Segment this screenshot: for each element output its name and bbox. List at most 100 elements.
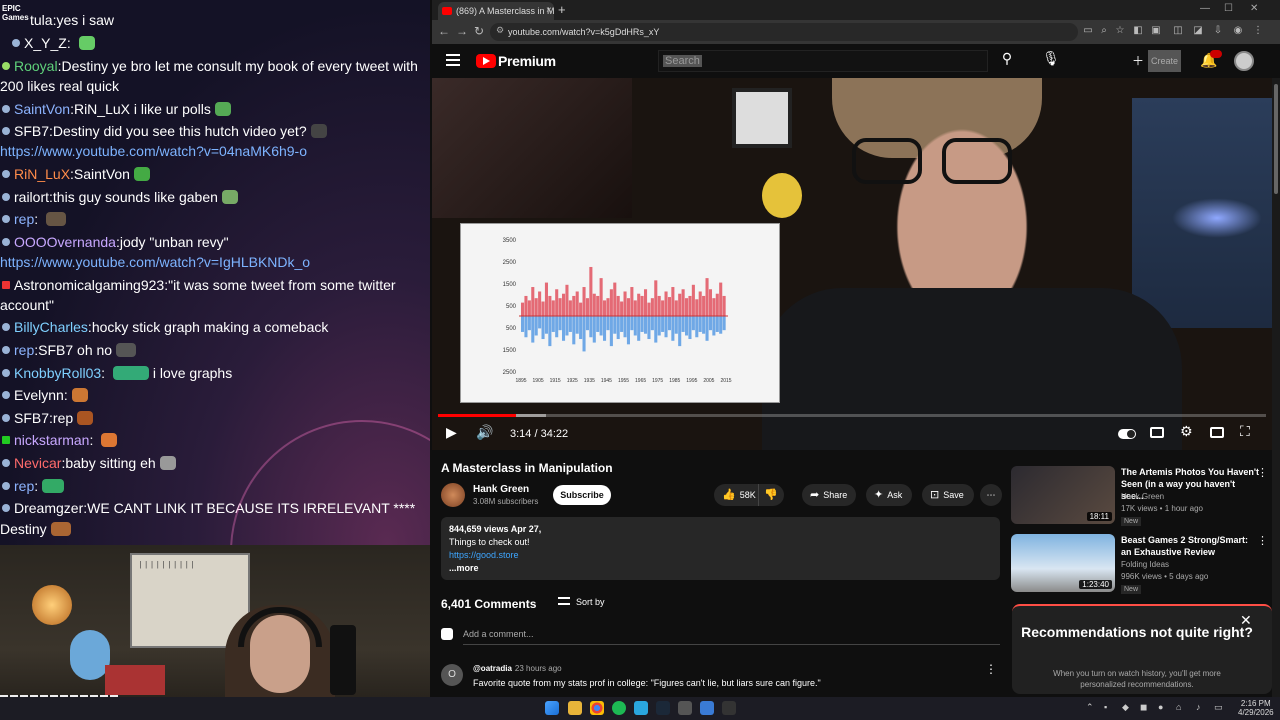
extension-icon[interactable]: ◧ [1132,25,1144,37]
tray-icon[interactable]: ◼ [1140,702,1147,713]
spotify-icon[interactable] [612,701,626,715]
progress-bar[interactable] [438,414,1266,417]
comment-menu-icon[interactable]: ⋮ [985,662,997,676]
settings-app-icon[interactable] [678,701,692,715]
tray-icon[interactable]: ▪ [1104,702,1107,712]
reload-icon[interactable]: ↻ [474,24,484,38]
volume-tray-icon[interactable]: ♪ [1196,702,1201,712]
recommendation-menu-icon[interactable]: ⋮ [1257,466,1268,479]
video-player[interactable]: 3500 2500 1500 500 500 1500 2500 1895 1905 1915 19… [432,78,1272,450]
recommendation-menu-icon[interactable]: ⋮ [1257,534,1268,547]
download-icon[interactable]: ⇩ [1212,25,1224,37]
extension-icon[interactable]: ◫ [1172,25,1184,37]
recommended-title[interactable]: Beast Games 2 Strong/Smart: an Exhaustiv… [1121,534,1259,558]
chat-username[interactable]: Rooyal [14,58,58,74]
show-more-link[interactable]: ...more [449,562,992,575]
new-tab-icon[interactable]: + [558,2,566,18]
captions-icon[interactable] [1150,427,1164,438]
recommended-video[interactable]: 18:11 The Artemis Photos You Haven't See… [1011,466,1271,526]
chat-link[interactable]: https://www.youtube.com/watch?v=04naMK6h… [0,141,430,161]
search-icon[interactable]: ⚲ [996,50,1018,72]
recommended-video[interactable]: 1:23:40 Beast Games 2 Strong/Smart: an E… [1011,534,1271,594]
minimize-icon[interactable]: — [1200,3,1210,14]
file-explorer-icon[interactable] [568,701,582,715]
comment-author[interactable]: @oatradia [473,664,512,673]
youtube-logo-icon[interactable] [476,54,496,68]
start-windows-icon[interactable] [545,701,559,715]
create-button[interactable]: ＋ Create [1132,50,1194,72]
steam-icon[interactable] [656,701,670,715]
bookmark-star-icon[interactable]: ☆ [1114,25,1126,37]
commenter-avatar[interactable]: O [441,664,463,686]
address-bar[interactable]: youtube.com/watch?v=k5gDdHRs_xY [490,23,1078,41]
cast-icon[interactable]: ▭ [1082,25,1094,37]
description-link[interactable]: https://good.store [449,549,992,562]
back-icon[interactable]: ← [438,24,450,38]
extension-icon[interactable]: ▣ [1150,25,1162,37]
app-icon[interactable] [700,701,714,715]
chat-username[interactable]: Evelynn [14,387,64,403]
thumbs-down-icon[interactable]: 👎 [764,484,778,506]
chat-username[interactable]: rep [14,342,34,358]
save-button[interactable]: ⊡ Save [922,484,974,506]
like-button[interactable]: 👍 58K [722,484,756,506]
telegram-icon[interactable] [634,701,648,715]
add-comment-input[interactable]: Add a comment... [463,629,534,639]
hamburger-menu-icon[interactable] [446,54,460,66]
chat-username[interactable]: X_Y_Z [24,35,67,51]
chat-username[interactable]: OOOOvernanda [14,234,116,250]
forward-icon[interactable]: → [456,24,468,38]
youtube-premium-brand[interactable]: Premium [498,53,556,69]
page-scrollbar[interactable] [1272,78,1280,700]
chat-link[interactable]: https://www.youtube.com/watch?v=IgHLBKND… [0,252,430,272]
account-avatar[interactable] [1234,51,1254,71]
close-window-icon[interactable]: ✕ [1250,3,1258,14]
site-info-icon[interactable]: ⚙ [496,25,504,36]
network-icon[interactable]: ⌂ [1176,702,1181,712]
app-icon[interactable] [722,701,736,715]
search-input[interactable]: Search [658,50,988,72]
menu-dots-icon[interactable]: ⋮ [1252,25,1264,37]
chat-username[interactable]: Astronomicalgaming923 [14,277,164,293]
chat-username[interactable]: Nevicar [14,455,61,471]
theater-mode-icon[interactable] [1210,427,1224,438]
tray-icon[interactable]: ◆ [1122,702,1129,713]
channel-name[interactable]: Hank Green [473,484,529,495]
tray-chevron-icon[interactable]: ⌃ [1086,702,1094,713]
chat-username[interactable]: BillyCharles [14,319,88,335]
chat-username[interactable]: SFB7 [14,123,49,139]
recommended-channel[interactable]: Folding Ideas [1121,560,1169,569]
scrollbar-thumb[interactable] [1274,84,1278,194]
chat-username[interactable]: rep [14,478,34,494]
chat-username[interactable]: tula [30,12,53,28]
video-thumbnail[interactable]: 1:23:40 [1011,534,1115,592]
play-icon[interactable]: ▶ [446,424,457,441]
chat-username[interactable]: railort [14,189,49,205]
chat-username[interactable]: KnobbyRoll03 [14,365,101,381]
chat-username[interactable]: SFB7 [14,410,49,426]
more-actions-icon[interactable]: ⋯ [980,484,1002,506]
autoplay-toggle[interactable] [1118,429,1136,439]
sort-by-button[interactable]: Sort by [558,597,605,607]
chat-username[interactable]: RiN_LuX [14,166,70,182]
volume-icon[interactable]: 🔊 [476,424,493,441]
tray-icon[interactable]: ● [1158,702,1163,712]
profile-icon[interactable]: ◉ [1232,25,1244,37]
chat-username[interactable]: SaintVon [14,101,70,117]
browser-tab[interactable]: (869) A Masterclass in Manipulati... × [438,2,554,20]
channel-avatar[interactable] [441,483,465,507]
maximize-icon[interactable]: ☐ [1224,3,1233,14]
chat-username[interactable]: rep [14,211,34,227]
ask-button[interactable]: ✦ Ask [866,484,912,506]
chrome-icon[interactable] [590,701,604,715]
system-clock[interactable]: 2:16 PM 4/29/2026 [1238,699,1274,717]
chat-username[interactable]: nickstarman [14,432,89,448]
recommended-channel[interactable]: Hank Green [1121,492,1164,501]
battery-icon[interactable]: ▭ [1214,702,1223,713]
chat-username[interactable]: Dreamgzer [14,500,83,516]
video-thumbnail[interactable]: 18:11 [1011,466,1115,524]
settings-gear-icon[interactable]: ⚙ [1180,423,1193,440]
fullscreen-icon[interactable]: ⛶ [1240,423,1250,440]
zoom-icon[interactable]: ⌕ [1098,25,1110,37]
subscribe-button[interactable]: Subscribe [553,485,611,505]
